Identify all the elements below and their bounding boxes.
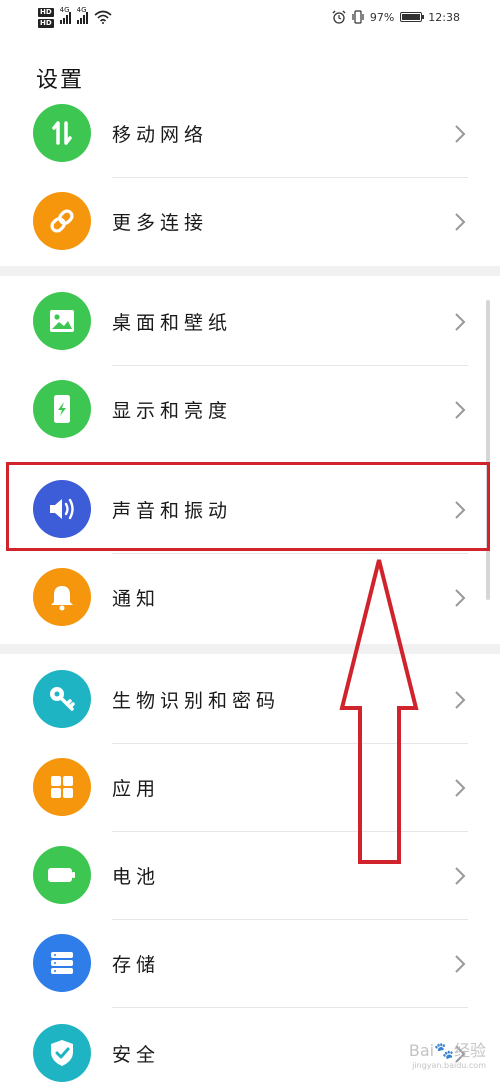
settings-item-label: 声音和振动 [112,500,233,522]
status-right: 97% 12:38 [332,10,460,24]
group-separator-1 [0,266,500,276]
chevron-right-icon [455,867,466,885]
up-arrow-annotation [339,559,419,864]
chevron-right-icon [455,589,466,607]
signal-icon-2: 4G [76,6,88,24]
settings-item-biometrics-password[interactable]: 生物识别和密码 [0,656,500,744]
settings-item-label: 更多连接 [112,212,209,234]
shield-icon [33,1024,91,1082]
chevron-right-icon [455,313,466,331]
vibrate-icon [352,10,364,24]
settings-item-label: 移动网络 [112,124,209,146]
watermark: Bai🐾经验 jingyan.baidu.com [409,1037,486,1070]
link-icon [33,192,91,250]
apps-grid-icon [33,758,91,816]
settings-item-label: 通知 [112,588,161,610]
settings-item-more-connections[interactable]: 更多连接 [0,178,500,266]
group-separator-2 [0,644,500,654]
chevron-right-icon [455,125,466,143]
signal-icon-1: 4G [59,6,71,24]
hd-indicators: HD HD [38,8,54,28]
data-transfer-icon [33,104,91,162]
speaker-icon [33,480,91,538]
chevron-right-icon [455,501,466,519]
settings-item-display-brightness[interactable]: 显示和亮度 [0,366,500,454]
settings-item-battery[interactable]: 电池 [0,832,500,920]
settings-item-apps[interactable]: 应用 [0,744,500,832]
alarm-icon [332,10,346,24]
settings-item-label: 显示和亮度 [112,400,233,422]
settings-item-sound-vibration[interactable]: 声音和振动 [0,466,500,554]
chevron-right-icon [455,955,466,973]
image-icon [33,292,91,350]
battery-icon [33,846,91,904]
status-bar: HD HD 4G 4G 97% 12:38 [0,0,500,40]
hd-badge-2: HD [38,19,54,28]
divider [112,1007,468,1008]
hd-badge-1: HD [38,8,54,17]
watermark-sub: jingyan.baidu.com [412,1061,486,1070]
settings-item-label: 电池 [112,866,161,888]
settings-item-mobile-network[interactable]: 移动网络 [0,90,500,178]
settings-item-notifications[interactable]: 通知 [0,554,500,642]
chevron-right-icon [455,401,466,419]
status-left: HD HD 4G 4G [38,6,112,28]
settings-item-label: 安全 [112,1044,161,1066]
clock: 12:38 [428,10,460,24]
bell-icon [33,568,91,626]
settings-item-home-wallpaper[interactable]: 桌面和壁纸 [0,278,500,366]
key-icon [33,670,91,728]
scrollbar[interactable] [486,300,490,600]
settings-item-label: 生物识别和密码 [112,690,281,712]
battery-status-icon [400,12,425,22]
chevron-right-icon [455,213,466,231]
watermark-text: Bai🐾经验 [408,1041,486,1060]
storage-icon [33,934,91,992]
battery-percent: 97% [369,10,395,24]
settings-item-label: 应用 [112,778,161,800]
chevron-right-icon [455,691,466,709]
network-type-1: 4G [59,6,70,14]
wifi-icon [94,10,112,24]
chevron-right-icon [455,779,466,797]
settings-item-label: 桌面和壁纸 [112,312,233,334]
network-type-2: 4G [76,6,87,14]
phone-display-icon [33,380,91,438]
settings-item-label: 存储 [112,954,161,976]
settings-item-storage[interactable]: 存储 [0,920,500,1008]
